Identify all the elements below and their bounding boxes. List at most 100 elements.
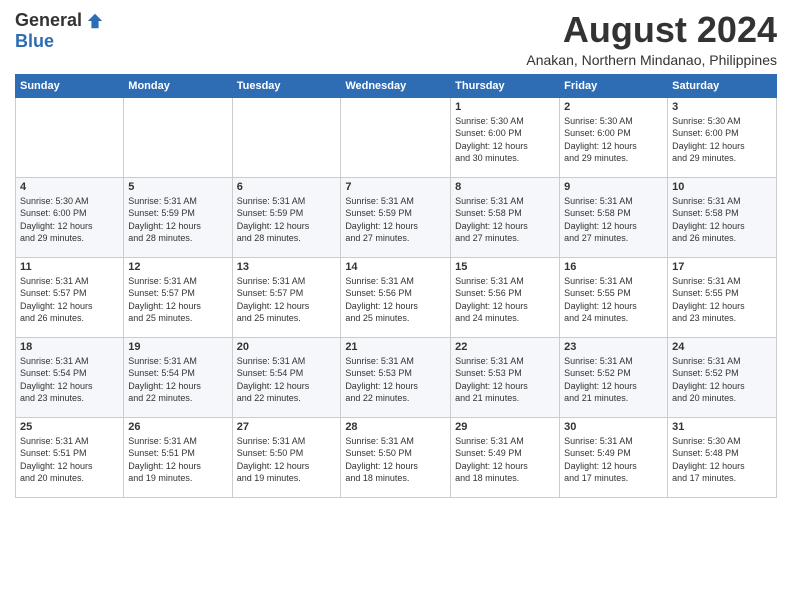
day-detail: Sunrise: 5:31 AM Sunset: 5:56 PM Dayligh…: [345, 275, 446, 325]
calendar-cell: 2Sunrise: 5:30 AM Sunset: 6:00 PM Daylig…: [560, 97, 668, 177]
calendar-cell: 12 Sunrise: 5:31 AM Sunset: 5:57 PM Dayli…: [124, 257, 232, 337]
day-detail: Sunrise: 5:31 AM Sunset: 5:58 PM Dayligh…: [564, 195, 663, 245]
header-sunday: Sunday: [16, 74, 124, 97]
day-detail: Sunrise: 5:31 AM Sunset: 5:57 PM Dayligh…: [20, 275, 119, 325]
calendar-cell: 7 Sunrise: 5:31 AM Sunset: 5:59 PM Daylig…: [341, 177, 451, 257]
day-number: 24: [672, 341, 772, 353]
calendar-cell: 6Sunrise: 5:31 AM Sunset: 5:59 PM Daylig…: [232, 177, 341, 257]
title-block: August 2024 Anakan, Northern Mindanao, P…: [526, 10, 777, 68]
day-detail: Sunrise: 5:31 AM Sunset: 5:53 PM Dayligh…: [455, 355, 555, 405]
day-number: 4: [20, 181, 119, 193]
calendar-cell: 28Sunrise: 5:31 AM Sunset: 5:50 PM Dayli…: [341, 417, 451, 497]
day-number: 8: [455, 181, 555, 193]
calendar-cell: 22 Sunrise: 5:31 AM Sunset: 5:53 PM Dayli…: [451, 337, 560, 417]
day-detail: Sunrise: 5:30 AM Sunset: 5:48 PM Dayligh…: [672, 435, 772, 485]
calendar-cell: 9 Sunrise: 5:31 AM Sunset: 5:58 PM Daylig…: [560, 177, 668, 257]
calendar-cell: 25 Sunrise: 5:31 AM Sunset: 5:51 PM Dayli…: [16, 417, 124, 497]
calendar-table: SundayMondayTuesdayWednesdayThursdayFrid…: [15, 74, 777, 498]
logo-blue-text: Blue: [15, 31, 54, 52]
day-detail: Sunrise: 5:31 AM Sunset: 5:54 PM Dayligh…: [237, 355, 337, 405]
header-saturday: Saturday: [668, 74, 777, 97]
day-detail: Sunrise: 5:31 AM Sunset: 5:50 PM Dayligh…: [237, 435, 337, 485]
day-number: 9: [564, 181, 663, 193]
day-number: 23: [564, 341, 663, 353]
day-number: 13: [237, 261, 337, 273]
day-detail: Sunrise: 5:31 AM Sunset: 5:54 PM Dayligh…: [20, 355, 119, 405]
location-subtitle: Anakan, Northern Mindanao, Philippines: [526, 52, 777, 68]
calendar-cell: 15Sunrise: 5:31 AM Sunset: 5:56 PM Dayli…: [451, 257, 560, 337]
logo-icon: [86, 12, 104, 30]
day-detail: Sunrise: 5:31 AM Sunset: 5:59 PM Dayligh…: [237, 195, 337, 245]
week-row-5: 25 Sunrise: 5:31 AM Sunset: 5:51 PM Dayli…: [16, 417, 777, 497]
header-wednesday: Wednesday: [341, 74, 451, 97]
calendar-cell: 24 Sunrise: 5:31 AM Sunset: 5:52 PM Dayli…: [668, 337, 777, 417]
day-number: 7: [345, 181, 446, 193]
day-detail: Sunrise: 5:31 AM Sunset: 5:55 PM Dayligh…: [672, 275, 772, 325]
header-friday: Friday: [560, 74, 668, 97]
calendar-cell: 26Sunrise: 5:31 AM Sunset: 5:51 PM Dayli…: [124, 417, 232, 497]
day-detail: Sunrise: 5:31 AM Sunset: 5:52 PM Dayligh…: [672, 355, 772, 405]
calendar-cell: 21 Sunrise: 5:31 AM Sunset: 5:53 PM Dayli…: [341, 337, 451, 417]
calendar-cell: 3 Sunrise: 5:30 AM Sunset: 6:00 PM Daylig…: [668, 97, 777, 177]
calendar-cell: 16Sunrise: 5:31 AM Sunset: 5:55 PM Dayli…: [560, 257, 668, 337]
day-number: 18: [20, 341, 119, 353]
day-number: 20: [237, 341, 337, 353]
week-row-1: 1 Sunrise: 5:30 AM Sunset: 6:00 PM Daylig…: [16, 97, 777, 177]
header-tuesday: Tuesday: [232, 74, 341, 97]
calendar-cell: 20 Sunrise: 5:31 AM Sunset: 5:54 PM Dayli…: [232, 337, 341, 417]
day-number: 1: [455, 101, 555, 113]
day-detail: Sunrise: 5:30 AM Sunset: 6:00 PM Dayligh…: [672, 115, 772, 165]
day-detail: Sunrise: 5:31 AM Sunset: 5:53 PM Dayligh…: [345, 355, 446, 405]
calendar-cell: [232, 97, 341, 177]
day-number: 29: [455, 421, 555, 433]
day-detail: Sunrise: 5:31 AM Sunset: 5:59 PM Dayligh…: [128, 195, 227, 245]
calendar-cell: 23Sunrise: 5:31 AM Sunset: 5:52 PM Dayli…: [560, 337, 668, 417]
calendar-cell: 27 Sunrise: 5:31 AM Sunset: 5:50 PM Dayli…: [232, 417, 341, 497]
calendar-cell: 31Sunrise: 5:30 AM Sunset: 5:48 PM Dayli…: [668, 417, 777, 497]
day-number: 12: [128, 261, 227, 273]
week-row-3: 11 Sunrise: 5:31 AM Sunset: 5:57 PM Dayli…: [16, 257, 777, 337]
day-number: 27: [237, 421, 337, 433]
day-detail: Sunrise: 5:31 AM Sunset: 5:49 PM Dayligh…: [564, 435, 663, 485]
day-number: 19: [128, 341, 227, 353]
calendar-cell: 13 Sunrise: 5:31 AM Sunset: 5:57 PM Dayli…: [232, 257, 341, 337]
calendar-header-row: SundayMondayTuesdayWednesdayThursdayFrid…: [16, 74, 777, 97]
calendar-cell: 14 Sunrise: 5:31 AM Sunset: 5:56 PM Dayli…: [341, 257, 451, 337]
day-detail: Sunrise: 5:31 AM Sunset: 5:51 PM Dayligh…: [128, 435, 227, 485]
day-number: 3: [672, 101, 772, 113]
calendar-cell: [16, 97, 124, 177]
day-number: 11: [20, 261, 119, 273]
day-number: 5: [128, 181, 227, 193]
day-number: 2: [564, 101, 663, 113]
day-detail: Sunrise: 5:31 AM Sunset: 5:57 PM Dayligh…: [237, 275, 337, 325]
day-detail: Sunrise: 5:30 AM Sunset: 6:00 PM Dayligh…: [455, 115, 555, 165]
day-detail: Sunrise: 5:31 AM Sunset: 5:51 PM Dayligh…: [20, 435, 119, 485]
day-number: 21: [345, 341, 446, 353]
day-detail: Sunrise: 5:31 AM Sunset: 5:58 PM Dayligh…: [672, 195, 772, 245]
day-detail: Sunrise: 5:31 AM Sunset: 5:56 PM Dayligh…: [455, 275, 555, 325]
calendar-cell: [341, 97, 451, 177]
calendar-cell: 17Sunrise: 5:31 AM Sunset: 5:55 PM Dayli…: [668, 257, 777, 337]
day-detail: Sunrise: 5:31 AM Sunset: 5:49 PM Dayligh…: [455, 435, 555, 485]
day-detail: Sunrise: 5:31 AM Sunset: 5:59 PM Dayligh…: [345, 195, 446, 245]
logo-general-text: General: [15, 10, 82, 31]
day-detail: Sunrise: 5:31 AM Sunset: 5:58 PM Dayligh…: [455, 195, 555, 245]
month-year-title: August 2024: [526, 10, 777, 50]
calendar-cell: 5 Sunrise: 5:31 AM Sunset: 5:59 PM Daylig…: [124, 177, 232, 257]
day-detail: Sunrise: 5:30 AM Sunset: 6:00 PM Dayligh…: [20, 195, 119, 245]
calendar-cell: 29 Sunrise: 5:31 AM Sunset: 5:49 PM Dayli…: [451, 417, 560, 497]
day-number: 28: [345, 421, 446, 433]
day-number: 30: [564, 421, 663, 433]
week-row-4: 18 Sunrise: 5:31 AM Sunset: 5:54 PM Dayli…: [16, 337, 777, 417]
calendar-cell: 18 Sunrise: 5:31 AM Sunset: 5:54 PM Dayli…: [16, 337, 124, 417]
calendar-cell: 4 Sunrise: 5:30 AM Sunset: 6:00 PM Daylig…: [16, 177, 124, 257]
day-detail: Sunrise: 5:31 AM Sunset: 5:54 PM Dayligh…: [128, 355, 227, 405]
calendar-cell: 19 Sunrise: 5:31 AM Sunset: 5:54 PM Dayli…: [124, 337, 232, 417]
day-number: 25: [20, 421, 119, 433]
day-detail: Sunrise: 5:31 AM Sunset: 5:57 PM Dayligh…: [128, 275, 227, 325]
day-number: 14: [345, 261, 446, 273]
day-number: 22: [455, 341, 555, 353]
day-number: 10: [672, 181, 772, 193]
day-detail: Sunrise: 5:31 AM Sunset: 5:55 PM Dayligh…: [564, 275, 663, 325]
header-monday: Monday: [124, 74, 232, 97]
